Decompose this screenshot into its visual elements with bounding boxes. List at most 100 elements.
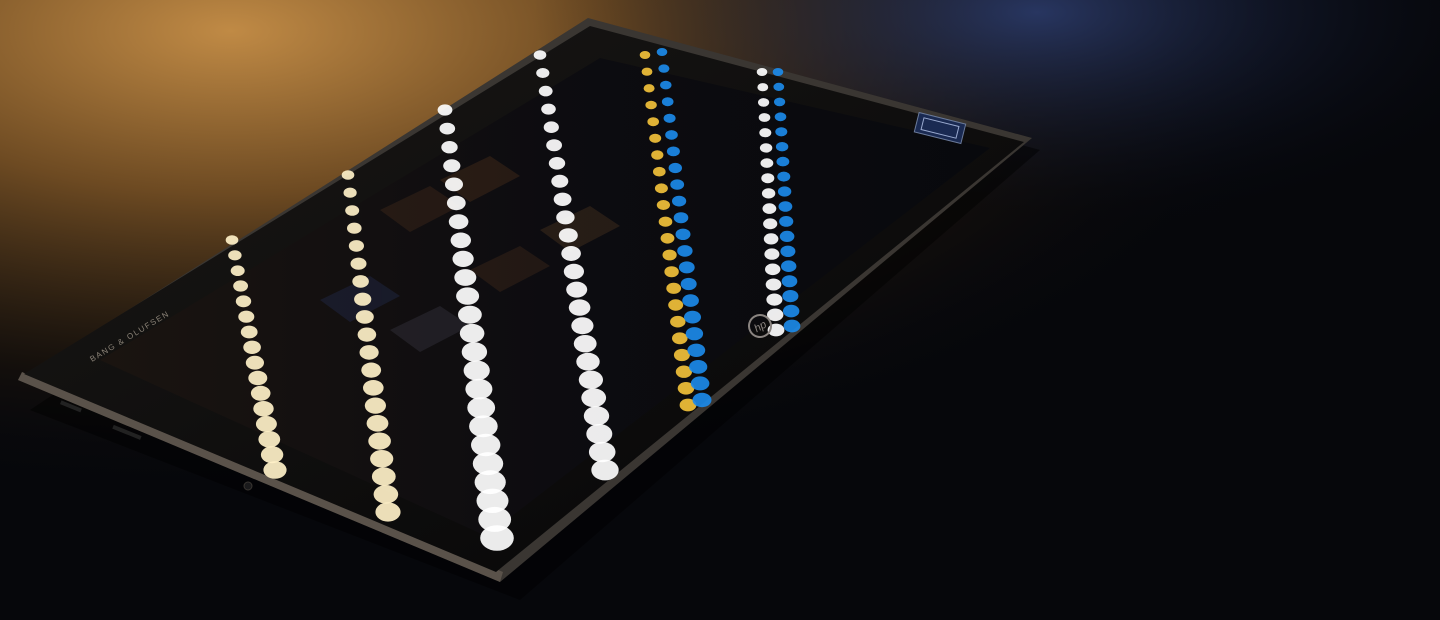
reflection-dot (538, 85, 553, 97)
reflection-dot (363, 380, 384, 396)
reflection-dot (672, 332, 688, 345)
reflection-dot (761, 188, 776, 199)
reflection-dot (583, 406, 610, 426)
reflection-dot (643, 84, 655, 93)
reflection-dot (685, 327, 704, 341)
reflection-dot (666, 282, 682, 294)
reflection-dot (759, 143, 773, 153)
reflection-dot (480, 525, 514, 551)
reflection-dot (778, 201, 793, 212)
reflection-dot (243, 340, 261, 354)
front-camera (243, 481, 253, 491)
reflection-dot (561, 246, 581, 261)
reflection-dot (588, 441, 616, 463)
reflection-dot (777, 171, 791, 182)
reflection-dot (568, 299, 591, 316)
reflection-dot (248, 370, 268, 386)
reflection-dot (553, 192, 572, 206)
reflection-dot (780, 245, 796, 257)
reflection-dot (350, 257, 367, 270)
reflection-dot (533, 50, 547, 60)
reflection-dot (656, 48, 668, 56)
reflection-dot (654, 183, 668, 194)
reflection-dot (651, 150, 664, 160)
reflection-dot (258, 431, 281, 448)
reflection-dot (459, 323, 485, 343)
reflection-dot (465, 378, 493, 400)
reflection-dot (775, 127, 788, 137)
reflection-dot (556, 210, 575, 225)
reflection-dot (347, 222, 362, 234)
reflection-dot (673, 212, 689, 224)
reflection-dot (687, 343, 706, 357)
reflection-dot (586, 424, 613, 444)
reflection-dot (576, 352, 600, 371)
reflection-dot (571, 317, 594, 335)
reflection-dot (665, 130, 678, 140)
reflection-dot (639, 51, 651, 59)
reflection-dot (541, 103, 556, 115)
reflection-dot (355, 310, 374, 324)
photo-scene: hp BANG & OLUFSEN (0, 0, 1440, 620)
reflection-dot (370, 450, 394, 468)
reflection-dot (558, 228, 578, 243)
reflection-dot (758, 98, 770, 107)
reflection-dot (548, 157, 566, 170)
reflection-dot (680, 277, 697, 291)
reflection-dot (668, 162, 682, 174)
reflection-dot (678, 261, 695, 274)
reflection-dot (689, 360, 708, 374)
reflection-dot (260, 446, 284, 464)
reflection-dot (682, 294, 699, 307)
reflection-dot (692, 392, 712, 408)
reflection-dot (345, 205, 360, 216)
reflection-dot (368, 432, 391, 450)
reflection-dot (774, 112, 787, 122)
reflection-dot (361, 362, 382, 378)
reflection-dot (672, 195, 687, 207)
reflection-dot (758, 113, 771, 122)
reflection-dot (463, 360, 490, 381)
reflection-dot (573, 335, 597, 353)
reflection-dot (774, 97, 786, 107)
reflection-dot (759, 128, 772, 138)
reflection-dot (250, 385, 271, 401)
reflection-dot (757, 83, 769, 92)
reflection-dot (783, 319, 801, 333)
reflection-dot (661, 97, 674, 107)
reflection-dot (777, 186, 792, 197)
reflection-dot (779, 230, 795, 242)
reflection-dot (764, 248, 780, 260)
reflection-dot (662, 249, 677, 261)
reflection-dot (563, 263, 585, 280)
reflection-dot (782, 290, 799, 303)
reflection-dot (437, 104, 453, 116)
reflection-dot (668, 299, 684, 311)
reflection-dot (253, 401, 274, 417)
reflection-dot (354, 292, 372, 306)
reflection-dot (772, 68, 784, 76)
reflection-dot (762, 203, 777, 214)
reflection-dot (756, 68, 768, 76)
reflection-dot (658, 216, 673, 227)
reflection-dot (781, 275, 798, 288)
reflection-dot (690, 376, 710, 391)
reflection-dot (566, 281, 588, 298)
reflection-dot (645, 100, 657, 110)
reflection-dot (664, 266, 679, 278)
reflection-dot (230, 265, 245, 277)
reflection-dot (255, 416, 277, 432)
reflection-dot (760, 158, 774, 168)
reflection-dot (543, 121, 559, 133)
reflection-dot (366, 415, 389, 432)
reflection-dot (551, 174, 569, 188)
reflection-dot (456, 287, 480, 305)
reflection-dot (225, 235, 239, 245)
reflection-dot (235, 295, 252, 308)
reflection-dot (653, 166, 666, 177)
reflection-dot (779, 216, 794, 227)
reflection-dot (765, 263, 781, 276)
reflection-dot (761, 173, 775, 184)
reflection-dot (439, 122, 456, 135)
reflection-dot (776, 156, 790, 167)
